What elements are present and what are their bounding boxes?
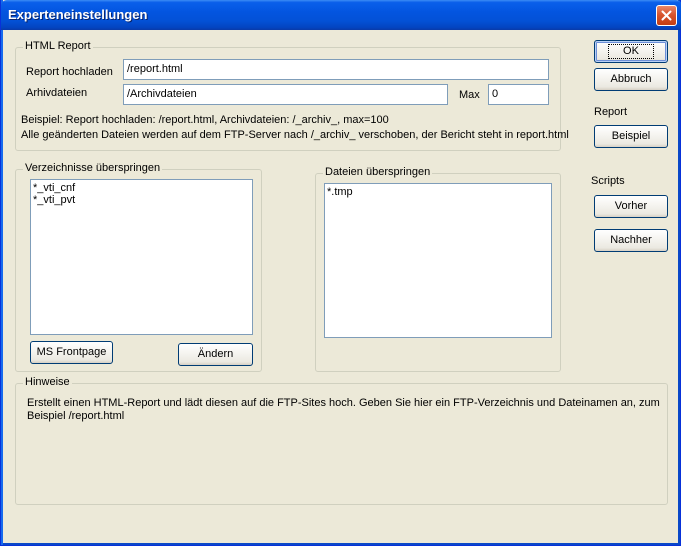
before-button[interactable]: Vorher [594,195,668,218]
ms-frontpage-button[interactable]: MS Frontpage [30,341,113,364]
max-input[interactable]: 0 [488,84,549,105]
report-archive-info-text: Alle geänderten Dateien werden auf dem F… [21,129,569,141]
archive-files-input[interactable]: /Archivdateien [123,84,448,105]
list-item[interactable]: *.tmp [327,186,549,198]
ok-button-label: OK [608,43,654,59]
ok-button[interactable]: OK [594,40,668,63]
hints-text-line1: Erstellt einen HTML-Report und lädt dies… [27,397,660,409]
dialog-window: Experteneinstellungen HTML Report Report… [0,0,681,546]
report-upload-label: Report hochladen [26,66,113,78]
after-button[interactable]: Nachher [594,229,668,252]
html-report-group-label: HTML Report [23,40,93,52]
close-button[interactable] [656,5,677,26]
scripts-section-label: Scripts [591,175,625,187]
example-button[interactable]: Beispiel [594,125,668,148]
report-upload-input[interactable]: /report.html [123,59,549,80]
title-bar[interactable]: Experteneinstellungen [1,0,681,30]
skip-directories-group-label: Verzeichnisse überspringen [23,162,163,174]
cancel-button[interactable]: Abbruch [594,68,668,91]
hints-text-line2: Beispiel /report.html [27,410,125,422]
list-item[interactable]: *_vti_cnf [33,182,250,194]
max-label: Max [459,89,480,101]
skip-files-list[interactable]: *.tmp [324,183,552,338]
hints-group-label: Hinweise [23,376,72,388]
skip-directories-list[interactable]: *_vti_cnf *_vti_pvt [30,179,253,335]
report-example-text: Beispiel: Report hochladen: /report.html… [21,114,389,126]
skip-files-group-label: Dateien überspringen [323,166,433,178]
report-section-label: Report [594,106,628,118]
archive-files-label: Arhivdateien [26,87,88,99]
change-button[interactable]: Ändern [178,343,253,366]
list-item[interactable]: *_vti_pvt [33,194,250,206]
window-title: Experteneinstellungen [8,7,148,22]
